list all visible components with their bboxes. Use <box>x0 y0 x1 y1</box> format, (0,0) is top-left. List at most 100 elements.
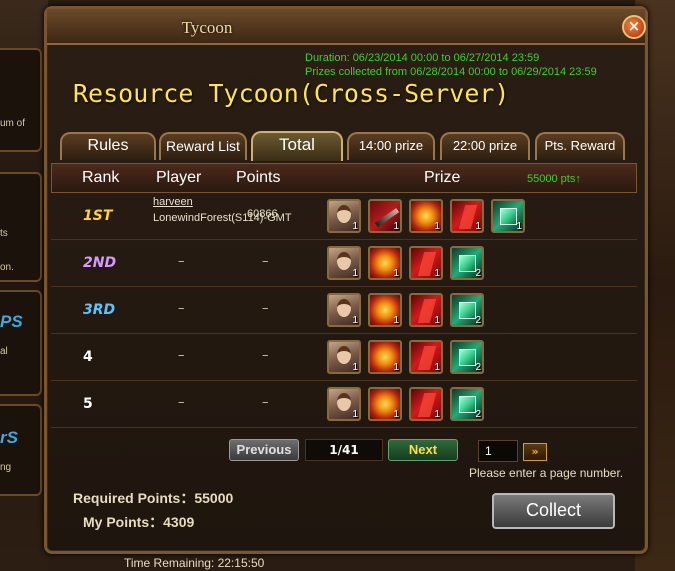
double-chevron-right-icon: » <box>531 445 539 458</box>
hero-portrait-icon[interactable]: 1 <box>327 340 361 374</box>
tab-22-prize[interactable]: 22:00 prize <box>440 132 530 160</box>
collect-button[interactable]: Collect <box>492 493 615 529</box>
fire-orb-icon[interactable]: 1 <box>368 340 402 374</box>
page-hint: Please enter a page number. <box>469 466 624 480</box>
side-text: al <box>0 346 8 357</box>
green-gem-icon[interactable]: 2 <box>450 387 484 421</box>
table-header: Rank Player Points Prize 55000 pts↑ <box>51 163 637 193</box>
red-crystal-icon[interactable]: 1 <box>409 387 443 421</box>
green-gem-icon[interactable]: 1 <box>491 199 525 233</box>
points-value: – <box>262 301 269 316</box>
item-qty: 1 <box>434 409 440 420</box>
page-indicator: 1/41 <box>305 439 383 461</box>
rank-label: 5 <box>83 396 93 412</box>
fire-orb-icon[interactable]: 1 <box>368 246 402 280</box>
player-name-link[interactable]: harveen <box>153 196 193 208</box>
side-panel-3[interactable]: PS al <box>0 290 42 396</box>
red-crystal-icon[interactable]: 1 <box>409 340 443 374</box>
player-name: – <box>178 301 185 316</box>
red-crystal-icon[interactable]: 1 <box>409 293 443 327</box>
red-crystal-icon[interactable]: 1 <box>450 199 484 233</box>
table-row: 5 – – 1 1 1 2 <box>51 381 637 428</box>
item-qty: 1 <box>393 315 399 326</box>
green-gem-icon[interactable]: 2 <box>450 246 484 280</box>
green-gem-icon[interactable]: 2 <box>450 293 484 327</box>
item-qty: 2 <box>475 409 481 420</box>
hero-portrait-icon[interactable]: 1 <box>327 199 361 233</box>
item-qty: 1 <box>475 221 481 232</box>
side-text: ts <box>0 228 8 239</box>
table-row: 1ST harveen LonewindForest(S114)-GMT 608… <box>51 193 637 240</box>
item-qty: 1 <box>393 362 399 373</box>
item-qty: 1 <box>434 362 440 373</box>
go-page-button[interactable]: » <box>523 443 547 461</box>
item-qty: 1 <box>352 409 358 420</box>
header-rank: Rank <box>82 169 120 186</box>
tycoon-window: Tycoon × Duration: 06/23/2014 00:00 to 0… <box>44 6 648 554</box>
tab-label: 22:00 prize <box>452 138 518 153</box>
side-panel-1: um of <box>0 48 42 152</box>
tab-label: Reward List <box>166 138 240 154</box>
item-qty: 2 <box>475 362 481 373</box>
header-player: Player <box>156 169 202 186</box>
item-qty: 1 <box>393 221 399 232</box>
required-points: Required Points：55000 <box>73 490 234 506</box>
item-qty: 2 <box>475 268 481 279</box>
points-threshold-note: 55000 pts↑ <box>527 173 581 185</box>
item-qty: 1 <box>393 409 399 420</box>
side-title: PS <box>0 312 23 331</box>
item-qty: 1 <box>393 268 399 279</box>
side-panel-4[interactable]: rS ng <box>0 404 42 496</box>
hero-portrait-icon[interactable]: 1 <box>327 246 361 280</box>
item-qty: 1 <box>352 315 358 326</box>
item-qty: 1 <box>352 362 358 373</box>
event-title: Resource Tycoon(Cross-Server) <box>73 79 510 108</box>
fire-orb-icon[interactable]: 1 <box>409 199 443 233</box>
points-value: – <box>262 254 269 269</box>
tab-pts-reward[interactable]: Pts. Reward <box>535 132 625 160</box>
my-points: My Points：4309 <box>83 514 195 530</box>
side-title: rS <box>0 428 18 447</box>
tab-label: Pts. Reward <box>544 138 616 153</box>
previous-button[interactable]: Previous <box>229 439 299 461</box>
table-row: 2ND – – 1 1 1 2 <box>51 240 637 287</box>
tab-label: 14:00 prize <box>358 138 424 153</box>
hero-portrait-icon[interactable]: 1 <box>327 387 361 421</box>
side-text: on. <box>0 262 14 273</box>
hero-portrait-icon[interactable]: 1 <box>327 293 361 327</box>
header-prize: Prize <box>424 169 461 186</box>
time-remaining: Time Remaining: 22:15:50 <box>124 556 265 570</box>
next-button[interactable]: Next <box>388 439 458 461</box>
side-text: um of <box>0 118 26 129</box>
title-bar: Tycoon <box>47 9 645 45</box>
tab-14-prize[interactable]: 14:00 prize <box>347 132 435 160</box>
item-qty: 1 <box>434 221 440 232</box>
player-name: – <box>178 348 185 363</box>
sword-icon[interactable]: 1 <box>368 199 402 233</box>
rank-label: 4 <box>83 349 93 365</box>
green-gem-icon[interactable]: 2 <box>450 340 484 374</box>
item-qty: 2 <box>475 315 481 326</box>
red-crystal-icon[interactable]: 1 <box>409 246 443 280</box>
item-qty: 1 <box>352 221 358 232</box>
points-value: 60866 <box>247 208 278 220</box>
window-title: Tycoon <box>181 18 233 37</box>
tab-rules[interactable]: Rules <box>60 132 156 160</box>
table-row: 3RD – – 1 1 1 2 <box>51 287 637 334</box>
tab-label: Total <box>279 135 315 154</box>
player-name: – <box>178 395 185 410</box>
duration-text: Duration: 06/23/2014 00:00 to 06/27/2014… <box>305 52 540 64</box>
rank-label: 3RD <box>83 302 116 318</box>
points-value: – <box>262 348 269 363</box>
table-row: 4 – – 1 1 1 2 <box>51 334 637 381</box>
fire-orb-icon[interactable]: 1 <box>368 293 402 327</box>
page-number-input[interactable] <box>478 440 518 462</box>
item-qty: 1 <box>352 268 358 279</box>
tab-reward-list[interactable]: Reward List <box>159 132 247 160</box>
close-button[interactable]: × <box>622 15 646 39</box>
close-icon: × <box>627 17 641 35</box>
fire-orb-icon[interactable]: 1 <box>368 387 402 421</box>
side-panel-2: ts on. <box>0 172 42 282</box>
tab-total[interactable]: Total <box>251 131 343 161</box>
prizes-collected-text: Prizes collected from 06/28/2014 00:00 t… <box>305 66 597 78</box>
